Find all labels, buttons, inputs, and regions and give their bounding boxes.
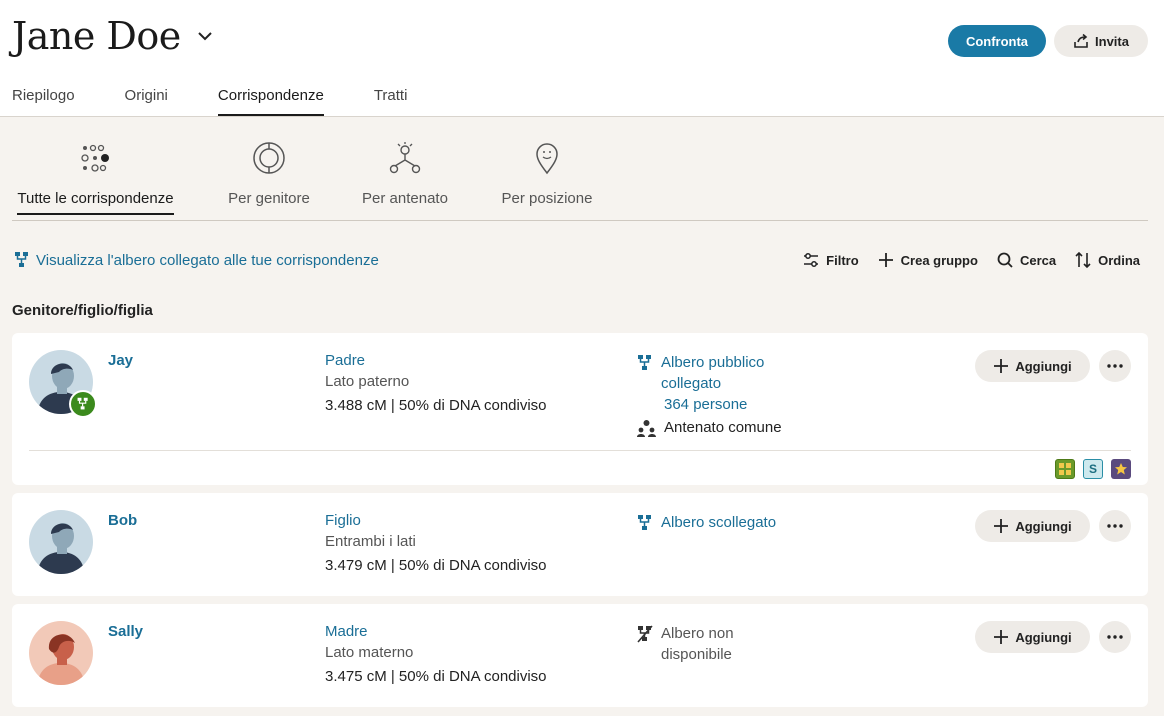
- linked-tree-badge: [69, 390, 97, 418]
- sort-button[interactable]: Ordina: [1074, 251, 1140, 269]
- subtab-label: Tutte le corrispondenze: [17, 190, 174, 215]
- shared-dna: 3.488 cM | 50% di DNA condiviso: [325, 397, 547, 414]
- shared-dna: 3.479 cM | 50% di DNA condiviso: [325, 557, 547, 574]
- match-side: Entrambi i lati: [325, 533, 416, 550]
- tab-corrispondenze[interactable]: Corrispondenze: [217, 87, 324, 116]
- match-view-tabs: Tutte le corrispondenze Per genitore Per…: [12, 140, 1148, 221]
- relationship-link[interactable]: Madre: [325, 623, 368, 640]
- tree-status-link[interactable]: Albero pubblico collegato: [661, 352, 807, 394]
- all-matches-icon: [80, 144, 109, 172]
- group-badge-icon[interactable]: [1055, 459, 1075, 479]
- section-title: Genitore/figlio/figlia: [12, 302, 153, 319]
- create-group-label: Crea gruppo: [900, 252, 978, 268]
- tab-origini[interactable]: Origini: [125, 87, 168, 116]
- add-label: Aggiungi: [1015, 629, 1072, 645]
- more-icon: [1107, 364, 1123, 368]
- common-ancestor-icon: [637, 419, 656, 437]
- match-card-jay: Jay Padre Lato paterno 3.488 cM | 50% di…: [12, 333, 1148, 485]
- more-icon: [1107, 524, 1123, 528]
- avatar[interactable]: [29, 621, 93, 685]
- tree-icon: [77, 397, 88, 410]
- compare-button[interactable]: Confronta: [948, 25, 1046, 57]
- tree-people-count[interactable]: 364 persone: [637, 394, 807, 415]
- card-divider: [29, 450, 1131, 451]
- subtab-label: Per genitore: [228, 190, 310, 207]
- tree-icon: [15, 252, 28, 267]
- match-side: Lato materno: [325, 644, 414, 661]
- tree-status-label: Albero non disponibile: [661, 625, 734, 663]
- plus-icon: [994, 359, 1009, 373]
- female-avatar-icon: [29, 621, 93, 685]
- add-label: Aggiungi: [1015, 358, 1072, 374]
- invite-label: Invita: [1095, 33, 1129, 49]
- tab-riepilogo[interactable]: Riepilogo: [12, 87, 75, 116]
- match-name[interactable]: Jay: [108, 352, 133, 369]
- relationship-link[interactable]: Padre: [325, 352, 365, 369]
- parent-icon: [253, 142, 285, 174]
- location-pin-icon: [536, 143, 558, 175]
- no-tree-icon: [637, 625, 653, 643]
- match-badges: S: [1055, 459, 1131, 479]
- match-side: Lato paterno: [325, 373, 410, 390]
- more-icon: [1107, 635, 1123, 639]
- page-title: Jane Doe: [12, 14, 181, 58]
- avatar[interactable]: [29, 510, 93, 574]
- common-ancestor-label: Antenato comune: [664, 419, 782, 436]
- page-header: Jane Doe Confronta Invita Riepilogo Orig…: [0, 0, 1164, 117]
- more-options-button[interactable]: [1099, 621, 1131, 653]
- search-button[interactable]: Cerca: [996, 251, 1056, 269]
- plus-icon: [994, 630, 1009, 644]
- add-button[interactable]: Aggiungi: [975, 350, 1090, 382]
- plus-icon: [994, 519, 1009, 533]
- add-label: Aggiungi: [1015, 518, 1072, 534]
- ancestor-icon: [389, 142, 421, 174]
- shared-dna: 3.475 cM | 50% di DNA condiviso: [325, 668, 547, 685]
- sort-icon: [1075, 251, 1091, 269]
- male-avatar-icon: [29, 510, 93, 574]
- star-badge-icon[interactable]: [1111, 459, 1131, 479]
- chevron-down-icon: [198, 32, 212, 41]
- share-icon: [1074, 33, 1088, 48]
- match-card-sally: Sally Madre Lato materno 3.475 cM | 50% …: [12, 604, 1148, 707]
- match-card-bob: Bob Figlio Entrambi i lati 3.479 cM | 50…: [12, 493, 1148, 596]
- more-options-button[interactable]: [1099, 510, 1131, 542]
- tree-icon: [638, 515, 651, 530]
- relationship-link[interactable]: Figlio: [325, 512, 361, 529]
- tree-status-link[interactable]: Albero scollegato: [661, 512, 776, 533]
- subtab-by-location[interactable]: Per posizione: [500, 140, 594, 213]
- toolbar: Filtro Crea gruppo Cerca Ordina: [802, 251, 1140, 269]
- subtab-by-ancestor[interactable]: Per antenato: [361, 140, 449, 213]
- subtab-label: Per antenato: [362, 190, 448, 207]
- filter-button[interactable]: Filtro: [802, 251, 859, 269]
- tree-icon: [638, 355, 651, 370]
- filter-icon: [804, 253, 819, 267]
- plus-icon: [878, 253, 893, 267]
- tree-info: Albero pubblico collegato 364 persone An…: [637, 352, 807, 438]
- sort-label: Ordina: [1098, 252, 1140, 268]
- subtab-all-matches[interactable]: Tutte le corrispondenze: [12, 140, 179, 215]
- subtab-label: Per posizione: [501, 190, 593, 207]
- tab-tratti[interactable]: Tratti: [374, 87, 408, 116]
- tree-info: Albero scollegato: [637, 512, 807, 533]
- add-button[interactable]: Aggiungi: [975, 510, 1090, 542]
- tree-info: Albero non disponibile: [637, 623, 807, 665]
- s-badge[interactable]: S: [1083, 459, 1103, 479]
- search-icon: [997, 252, 1013, 268]
- create-group-button[interactable]: Crea gruppo: [877, 251, 978, 269]
- subtab-by-parent[interactable]: Per genitore: [226, 140, 312, 213]
- match-name[interactable]: Sally: [108, 623, 143, 640]
- view-linked-tree-label: Visualizza l'albero collegato alle tue c…: [36, 251, 379, 269]
- common-ancestor[interactable]: Antenato comune: [637, 417, 807, 438]
- search-label: Cerca: [1019, 252, 1057, 268]
- add-button[interactable]: Aggiungi: [975, 621, 1090, 653]
- match-name[interactable]: Bob: [108, 512, 137, 529]
- profile-selector[interactable]: Jane Doe: [12, 14, 215, 58]
- main-tabs: Riepilogo Origini Corrispondenze Tratti: [12, 87, 457, 116]
- invite-button[interactable]: Invita: [1054, 25, 1148, 57]
- more-options-button[interactable]: [1099, 350, 1131, 382]
- view-linked-tree-link[interactable]: Visualizza l'albero collegato alle tue c…: [14, 251, 379, 269]
- filter-label: Filtro: [826, 252, 859, 268]
